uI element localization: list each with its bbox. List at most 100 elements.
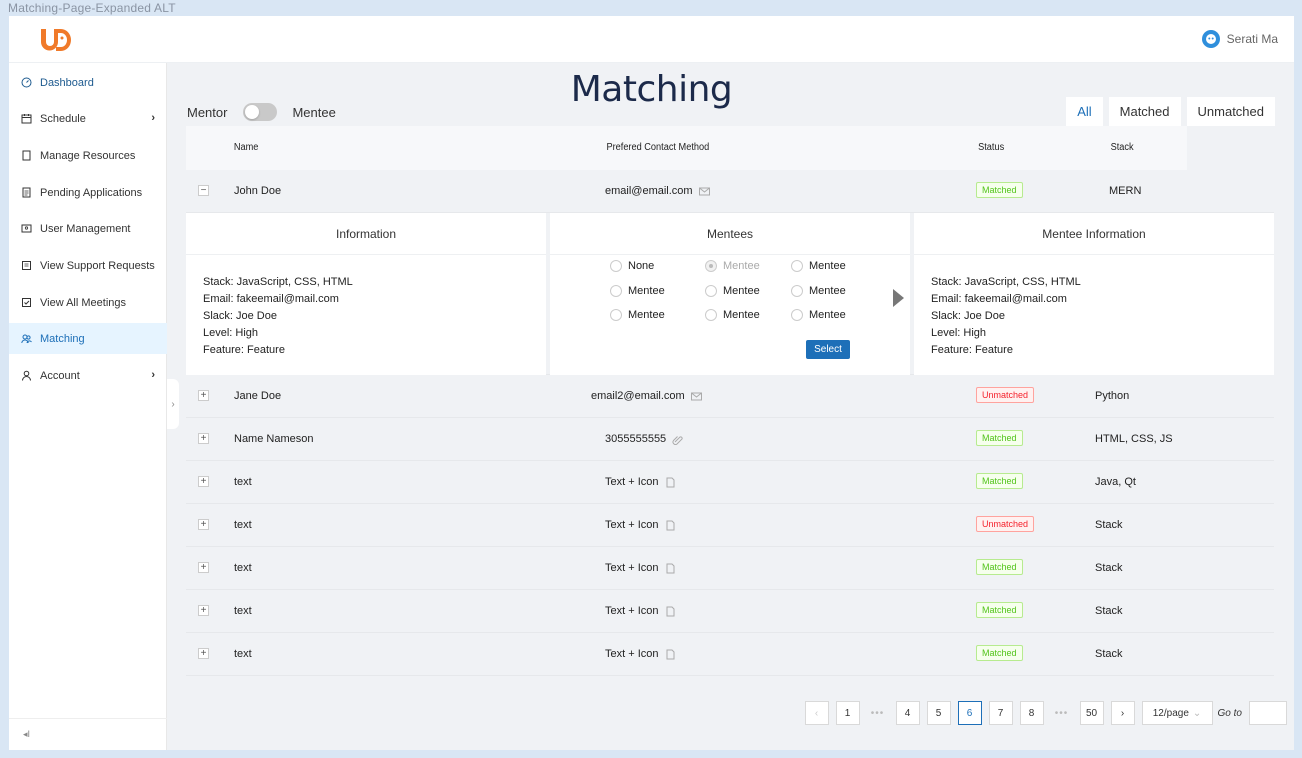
row-status: Matched <box>976 430 1023 446</box>
page-button[interactable]: 8 <box>1019 701 1044 725</box>
row-status: Unmatched <box>976 516 1035 532</box>
sidebar-item-label: Matching <box>40 332 85 345</box>
radio-option-mentee[interactable]: Mentee <box>705 309 760 321</box>
filter-all-button[interactable]: All <box>1066 97 1103 126</box>
expand-row-button[interactable]: + <box>198 519 209 530</box>
radio-option-none[interactable]: None <box>610 260 654 272</box>
user-card-icon <box>21 223 32 234</box>
pagination: ‹ 1 ••• 4 5 6 7 8 ••• 50 › 12/page ⌄ Go t… <box>804 701 1287 725</box>
page-size-select[interactable]: 12/page ⌄ <box>1141 701 1213 725</box>
status-badge: Matched <box>976 182 1023 198</box>
table-row[interactable]: + text Text + Icon Matched Stack <box>186 633 1274 676</box>
page-ellipsis[interactable]: ••• <box>867 708 889 719</box>
expand-row-button[interactable]: + <box>198 605 209 616</box>
collapse-icon: ◂I <box>23 729 31 739</box>
expand-row-button[interactable]: + <box>198 390 209 401</box>
status-badge: Matched <box>976 602 1023 618</box>
page-button-current[interactable]: 6 <box>957 701 982 725</box>
frame-title: Matching-Page-Expanded ALT <box>8 1 176 15</box>
table-row[interactable]: + text Text + Icon Unmatched Stack <box>186 504 1274 547</box>
table-header: Name Prefered Contact Method Status Stac… <box>186 126 1187 170</box>
sidebar-expand-tab[interactable]: › <box>167 379 179 429</box>
column-header-name[interactable]: Name <box>234 142 259 153</box>
file-icon <box>665 649 676 660</box>
role-switch[interactable] <box>243 103 278 121</box>
radio-option-mentee[interactable]: Mentee <box>791 260 846 272</box>
user-menu[interactable]: Serati Ma <box>1201 30 1278 48</box>
table-row[interactable]: + text Text + Icon Matched Stack <box>186 590 1274 633</box>
radio-label: Mentee <box>628 309 665 321</box>
expand-row-button[interactable]: + <box>198 562 209 573</box>
info-line: Slack: Joe Doe <box>931 310 1005 322</box>
mentee-label: Mentee <box>292 104 336 120</box>
goto-input[interactable] <box>1249 701 1287 725</box>
row-contact: email2@email.com <box>591 390 702 402</box>
sidebar-item-view-support-requests[interactable]: View Support Requests <box>9 250 167 281</box>
sidebar-item-view-all-meetings[interactable]: View All Meetings <box>9 287 167 318</box>
collapse-sidebar-button[interactable]: ◂I <box>9 718 167 750</box>
radio-dot <box>610 309 622 321</box>
page-button[interactable]: 7 <box>988 701 1013 725</box>
sidebar-item-label: View All Meetings <box>40 296 127 309</box>
info-line: Email: fakeemail@mail.com <box>931 293 1067 305</box>
radio-label: Mentee <box>628 285 665 297</box>
table-row[interactable]: + Name Nameson 3055555555 Matched HTML, … <box>186 418 1274 461</box>
contact-value: Text + Icon <box>605 476 659 488</box>
table-row-expanded[interactable]: − John Doe email@email.com Matched MERN <box>186 170 1274 213</box>
table-row[interactable]: + Jane Doe email2@email.com Unmatched Py… <box>186 375 1274 418</box>
filter-tabs: All Matched Unmatched <box>1066 97 1275 126</box>
filter-unmatched-button[interactable]: Unmatched <box>1186 97 1275 126</box>
radio-option-mentee[interactable]: Mentee <box>791 285 846 297</box>
sidebar-item-label: Manage Resources <box>40 149 136 162</box>
next-page-button[interactable]: › <box>1110 701 1135 725</box>
app-logo[interactable] <box>39 27 71 53</box>
page-ellipsis[interactable]: ••• <box>1051 708 1073 719</box>
sidebar-item-user-management[interactable]: User Management <box>9 213 167 244</box>
table-row[interactable]: + text Text + Icon Matched Stack <box>186 547 1274 590</box>
info-line: Level: High <box>931 327 987 339</box>
expand-row-button[interactable]: + <box>198 433 209 444</box>
table-row[interactable]: + text Text + Icon Matched Java, Qt <box>186 461 1274 504</box>
collapse-row-button[interactable]: − <box>198 185 209 196</box>
sidebar-item-manage-resources[interactable]: Manage Resources <box>9 140 167 171</box>
contact-value: Text + Icon <box>605 519 659 531</box>
mentee-information-lines: Stack: JavaScript, CSS, HTML Email: fake… <box>931 274 1081 359</box>
filter-matched-button[interactable]: Matched <box>1108 97 1181 126</box>
radio-option-mentee[interactable]: Mentee <box>791 309 846 321</box>
contact-value: Text + Icon <box>605 605 659 617</box>
column-header-stack[interactable]: Stack <box>1111 142 1134 153</box>
row-status: Matched <box>976 473 1023 489</box>
sidebar-item-label: User Management <box>40 222 131 235</box>
row-stack: MERN <box>1109 185 1142 197</box>
radio-option-mentee[interactable]: Mentee <box>705 285 760 297</box>
row-stack: Stack <box>1095 519 1123 531</box>
chevron-down-icon: ⌄ <box>1192 707 1202 719</box>
page-button[interactable]: 50 <box>1079 701 1104 725</box>
page-button[interactable]: 4 <box>895 701 920 725</box>
radio-label: Mentee <box>809 260 846 272</box>
radio-dot <box>705 260 717 272</box>
contact-value: email2@email.com <box>591 390 685 402</box>
page-button[interactable]: 5 <box>926 701 951 725</box>
row-contact: Text + Icon <box>605 648 676 660</box>
select-button[interactable]: Select <box>806 340 850 359</box>
expand-row-button[interactable]: + <box>198 648 209 659</box>
prev-page-button[interactable]: ‹ <box>804 701 829 725</box>
column-header-contact[interactable]: Prefered Contact Method <box>606 142 709 153</box>
info-line: Feature: Feature <box>931 344 1013 356</box>
team-icon <box>21 333 32 344</box>
sidebar-item-pending-applications[interactable]: Pending Applications <box>9 177 167 208</box>
document-icon <box>21 187 32 198</box>
expand-row-button[interactable]: + <box>198 476 209 487</box>
sidebar-item-account[interactable]: Account › <box>9 360 167 391</box>
file-icon <box>665 477 676 488</box>
info-line: Stack: JavaScript, CSS, HTML <box>203 276 353 288</box>
radio-option-mentee[interactable]: Mentee <box>610 309 665 321</box>
sidebar-item-matching[interactable]: Matching <box>9 323 167 354</box>
phone-icon <box>672 434 683 445</box>
status-badge: Unmatched <box>976 387 1035 403</box>
column-header-status[interactable]: Status <box>978 142 1004 153</box>
radio-option-mentee[interactable]: Mentee <box>610 285 665 297</box>
page-button[interactable]: 1 <box>835 701 860 725</box>
row-status: Matched <box>976 602 1023 618</box>
